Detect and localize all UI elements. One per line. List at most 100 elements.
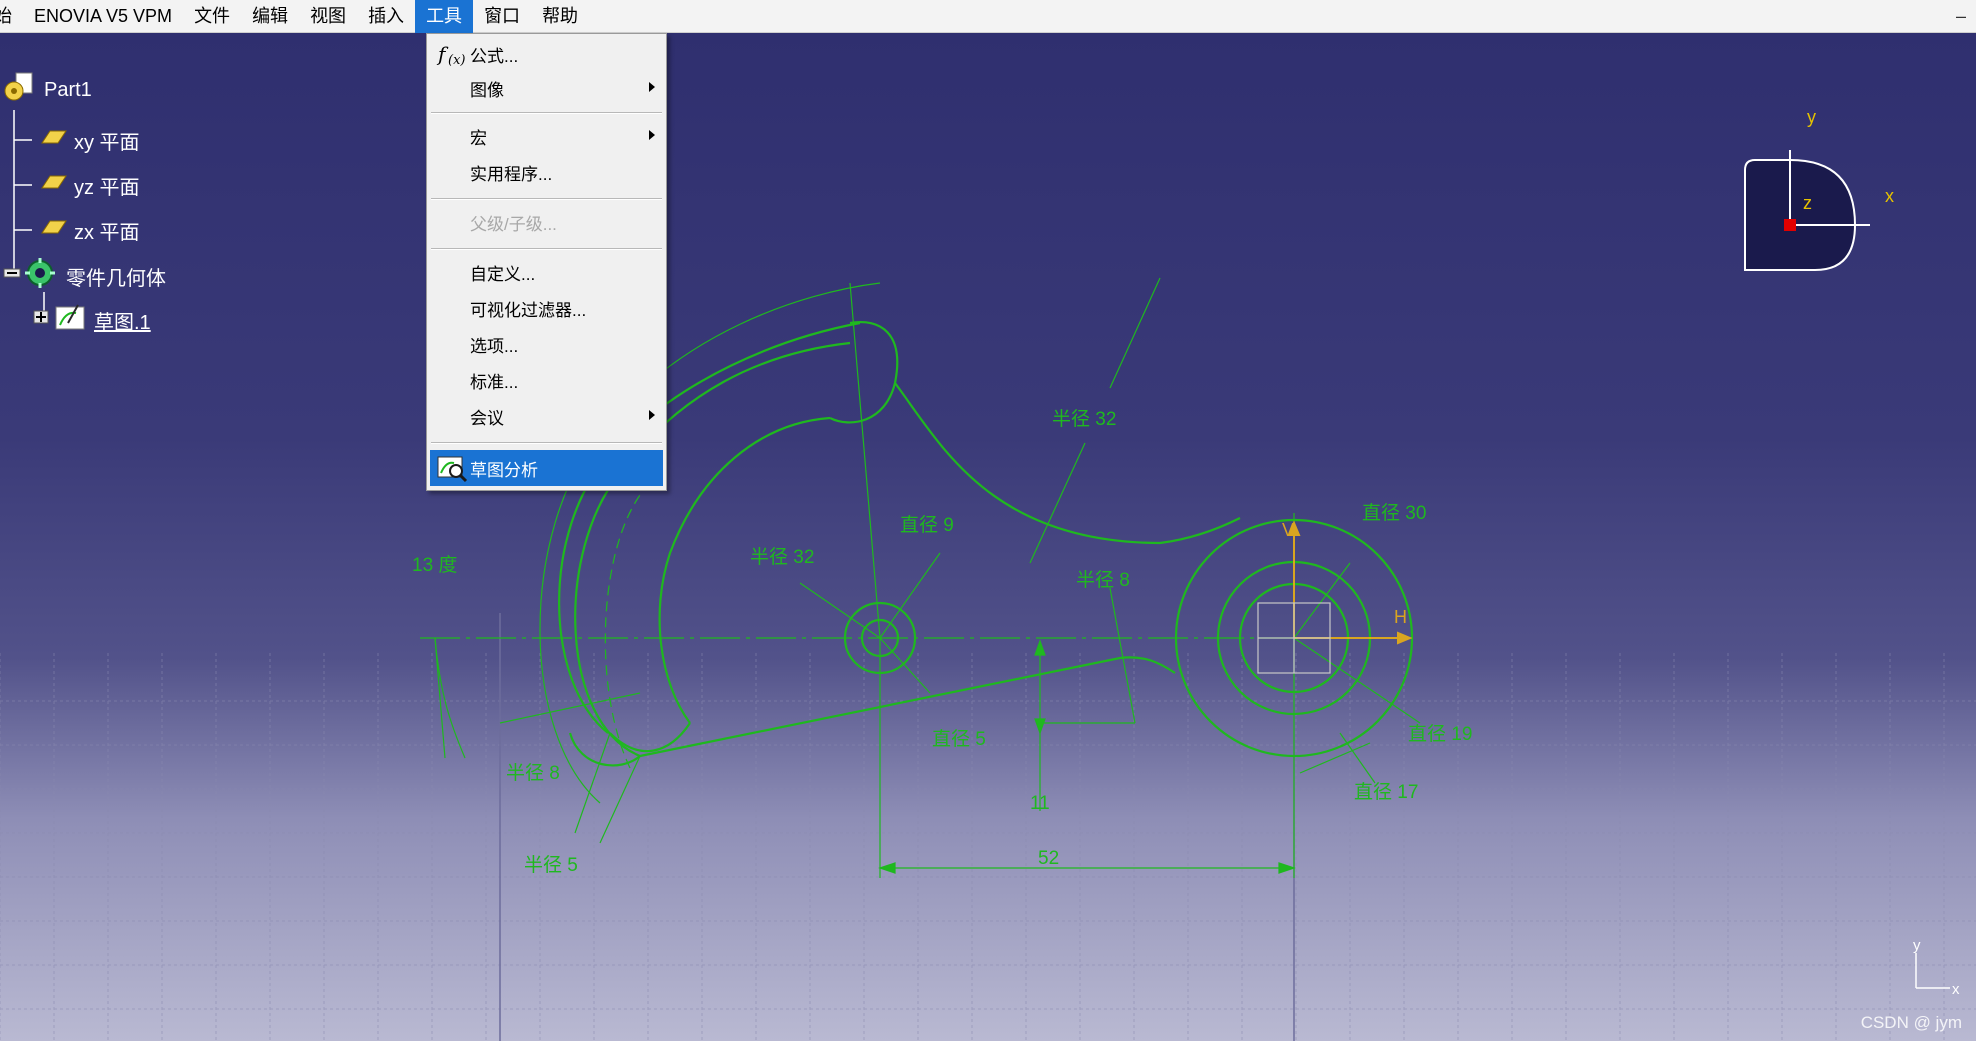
- sketch-axes: [1287, 520, 1413, 645]
- menu-bar: 始 ENOVIA V5 VPM 文件 编辑 视图 插入 工具 窗口 帮助 –: [0, 0, 1976, 33]
- label-d19[interactable]: 直径 19: [1408, 723, 1472, 745]
- sketch-viewport[interactable]: 13 度 半径 32 半径 32 直径 9 半径 8 直径 30 直径 5 直径…: [0, 33, 1976, 1041]
- dashed-arc: [604, 482, 651, 769]
- menu-item-visual-filter-label: 可视化过滤器...: [470, 300, 587, 320]
- plane-icon: [36, 127, 68, 153]
- tree-node-body[interactable]: 零件几何体: [2, 258, 166, 291]
- menu-item-parents-children: 父级/子级...: [430, 206, 663, 238]
- submenu-arrow-icon: [649, 130, 655, 140]
- collapse-icon[interactable]: [2, 263, 24, 289]
- menu-item-options[interactable]: 选项...: [430, 328, 663, 360]
- menu-item-sketch-analysis-label: 草图分析: [470, 460, 538, 480]
- label-angle-13[interactable]: 13 度: [412, 554, 457, 576]
- formula-icon: f (x): [436, 41, 468, 74]
- axis-labels: H V: [1282, 520, 1407, 627]
- tree-node-sketch[interactable]: 草图.1: [32, 304, 151, 335]
- menu-item-sketch-analysis[interactable]: 草图分析: [430, 450, 663, 486]
- menu-item-image[interactable]: 图像: [430, 72, 663, 104]
- slot-end-arc: [829, 321, 899, 424]
- menu-item-formula-label: 公式...: [470, 46, 519, 66]
- tree-label-sketch: 草图.1: [94, 311, 151, 334]
- spec-tree: Part1 xy 平面 yz 平面 zx 平面 零件几何体 草图.1: [0, 70, 200, 350]
- compass-x-label: x: [1885, 186, 1894, 206]
- compass-plane: [1744, 159, 1857, 271]
- menu-separator: [431, 442, 662, 444]
- tree-label-xy-plane: xy 平面: [74, 131, 140, 154]
- menu-item-utility-label: 实用程序...: [470, 164, 553, 184]
- label-dim-52[interactable]: 52: [1038, 848, 1059, 869]
- expand-icon[interactable]: [32, 307, 54, 333]
- menu-item-standards[interactable]: 标准...: [430, 364, 663, 396]
- grid-lines: [0, 653, 1976, 1041]
- label-d9[interactable]: 直径 9: [900, 514, 954, 536]
- plane-icon: [36, 172, 68, 198]
- compass[interactable]: y x z: [1735, 107, 1905, 284]
- submenu-arrow-icon: [649, 82, 655, 92]
- menu-help[interactable]: 帮助: [531, 0, 589, 33]
- menu-enovia[interactable]: ENOVIA V5 VPM: [23, 0, 183, 33]
- compass-z-label: z: [1803, 193, 1812, 213]
- label-d17[interactable]: 直径 17: [1354, 781, 1418, 803]
- menu-insert[interactable]: 插入: [357, 0, 415, 33]
- watermark: CSDN @ jym: [1860, 1013, 1962, 1032]
- menu-item-parents-children-label: 父级/子级...: [470, 214, 557, 234]
- label-r32-mid[interactable]: 半径 32: [750, 546, 814, 568]
- compass-origin: [1784, 219, 1796, 231]
- part-icon: [2, 71, 38, 109]
- label-d5[interactable]: 直径 5: [932, 728, 986, 750]
- menu-separator: [431, 112, 662, 114]
- tree-label-body: 零件几何体: [66, 267, 166, 290]
- tools-dropdown-menu: f (x) 公式... 图像 宏 实用程序... 父级/子级... 自定义... …: [426, 33, 667, 491]
- menu-separator: [431, 248, 662, 250]
- menu-item-customize[interactable]: 自定义...: [430, 256, 663, 288]
- label-r5-left[interactable]: 半径 5: [524, 854, 578, 876]
- body-gear-icon: [24, 257, 60, 295]
- menu-item-macro[interactable]: 宏: [430, 120, 663, 152]
- tree-node-zx-plane[interactable]: zx 平面: [36, 215, 140, 245]
- corner-axis-y: y: [1913, 937, 1921, 954]
- menu-view[interactable]: 视图: [299, 0, 357, 33]
- menu-separator: [431, 198, 662, 200]
- menu-start[interactable]: 始: [0, 0, 23, 33]
- label-r8-left[interactable]: 半径 8: [506, 762, 560, 784]
- menu-tools[interactable]: 工具: [415, 0, 474, 33]
- tree-label-yz-plane: yz 平面: [74, 176, 140, 199]
- label-dim-11[interactable]: 11: [1030, 793, 1050, 814]
- sketch-geometry: [539, 282, 1414, 804]
- label-r8-mid[interactable]: 半径 8: [1076, 569, 1130, 591]
- plane-icon: [36, 217, 68, 243]
- bottom-left-arc: [568, 732, 641, 767]
- inner-slot-arc: [658, 416, 831, 724]
- menu-item-macro-label: 宏: [470, 128, 487, 148]
- menu-item-conference-label: 会议: [470, 408, 504, 428]
- menu-item-utility[interactable]: 实用程序...: [430, 156, 663, 188]
- menu-item-options-label: 选项...: [470, 336, 519, 356]
- sketch-analysis-icon: [436, 453, 468, 488]
- menu-window[interactable]: 窗口: [473, 0, 531, 33]
- tree-label-zx-plane: zx 平面: [74, 221, 140, 244]
- label-r32-top[interactable]: 半径 32: [1052, 408, 1116, 430]
- corner-axis-x: x: [1952, 981, 1960, 998]
- lower-edge: [639, 656, 1176, 758]
- menu-item-formula[interactable]: f (x) 公式...: [430, 38, 663, 70]
- axis-h-label: H: [1394, 607, 1407, 627]
- menu-file[interactable]: 文件: [183, 0, 241, 33]
- menu-item-customize-label: 自定义...: [470, 264, 536, 284]
- tree-label-part1: Part1: [44, 78, 92, 101]
- grid-background: 13 度 半径 32 半径 32 直径 9 半径 8 直径 30 直径 5 直径…: [0, 277, 1976, 1041]
- menu-edit[interactable]: 编辑: [241, 0, 299, 33]
- axis-v-label: V: [1282, 520, 1294, 540]
- menu-item-standards-label: 标准...: [470, 372, 519, 392]
- center-box: [1257, 602, 1331, 674]
- compass-y-label: y: [1807, 110, 1816, 127]
- tree-node-yz-plane[interactable]: yz 平面: [36, 170, 140, 200]
- tree-node-xy-plane[interactable]: xy 平面: [36, 125, 140, 155]
- minimize-button[interactable]: –: [1956, 6, 1966, 27]
- submenu-arrow-icon: [649, 410, 655, 420]
- menu-item-conference[interactable]: 会议: [430, 400, 663, 432]
- menu-item-visual-filter[interactable]: 可视化过滤器...: [430, 292, 663, 324]
- menu-item-image-label: 图像: [470, 80, 504, 100]
- label-d30[interactable]: 直径 30: [1362, 502, 1426, 524]
- svg-text:(x): (x): [448, 53, 465, 68]
- tree-node-part1[interactable]: Part1: [2, 72, 92, 105]
